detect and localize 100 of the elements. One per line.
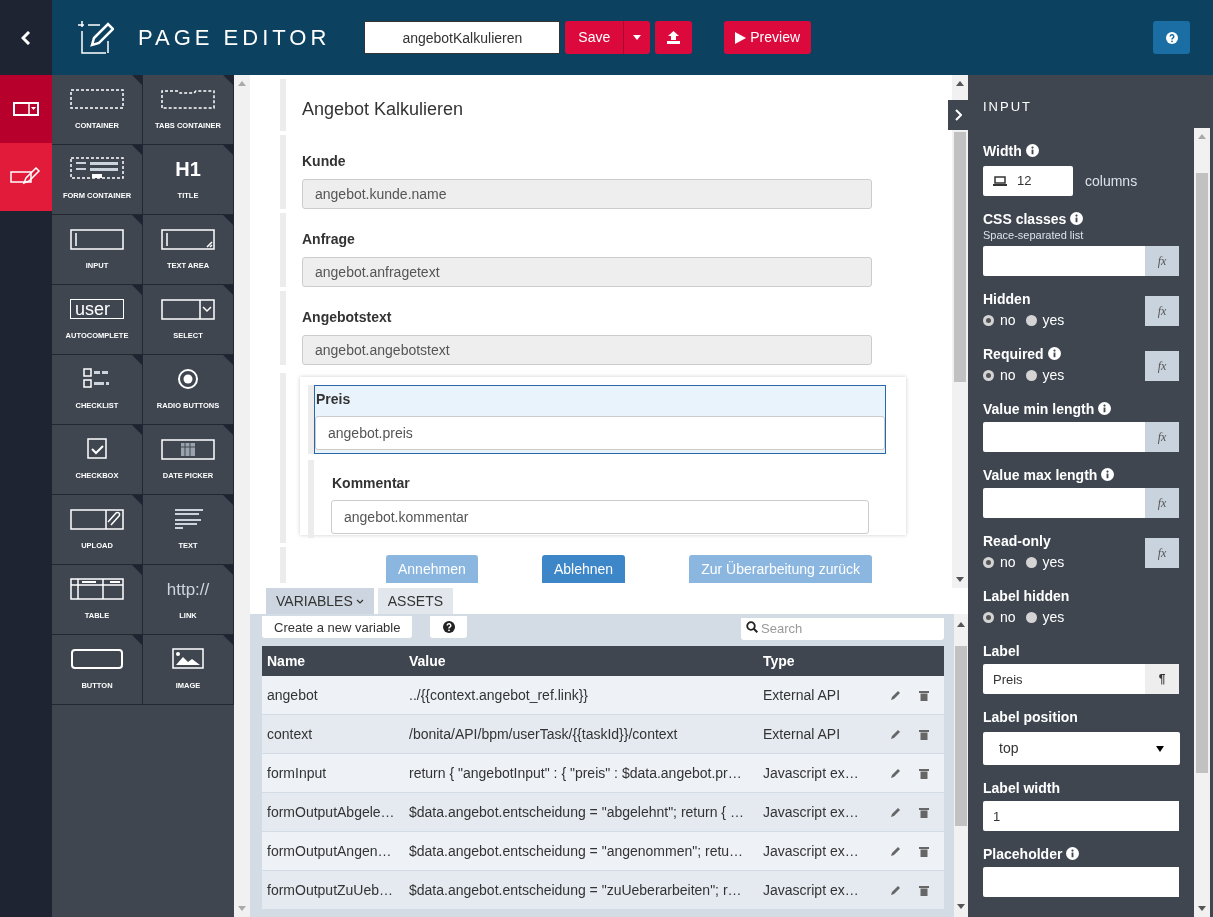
edit-form-icon: [10, 167, 42, 187]
expression-button[interactable]: fx: [1145, 538, 1179, 568]
dashed-tabs-icon: [161, 87, 215, 111]
table-cell-text: Javascript ex…: [762, 880, 860, 900]
panel-toggle-button[interactable]: [948, 100, 968, 130]
table-cell-text: $data.angebot.entscheidung = "zuUeberarbeiten"; r…: [408, 880, 743, 900]
export-button[interactable]: [655, 21, 693, 54]
expression-button[interactable]: fx: [1145, 296, 1179, 326]
rounded-button-icon: [70, 647, 124, 671]
play-icon: [735, 31, 747, 44]
scroll-down-icon: [238, 906, 246, 911]
panel-tab[interactable]: ASSETS: [377, 588, 454, 614]
scroll-down-icon: [957, 904, 965, 909]
form-field-row[interactable]: Preis angebot.preis: [314, 385, 886, 454]
form-button[interactable]: Ablehnen: [541, 555, 626, 583]
search-field[interactable]: Search: [741, 617, 944, 640]
property-label: Value max length: [983, 467, 1098, 483]
field-label: Preis: [315, 390, 352, 409]
table-cell-text: Javascript ex…: [762, 841, 860, 861]
table-cell-text: External API: [762, 685, 842, 705]
chevron-right-icon: [954, 109, 962, 121]
trash-icon: [919, 884, 929, 896]
table-cell-text: formOutputZuUeb…: [266, 880, 395, 900]
property-label: CSS classes: [983, 211, 1067, 227]
text-field[interactable]: angebot.preis: [315, 416, 885, 450]
save-button[interactable]: Save: [565, 21, 625, 54]
textarea-icon: [161, 227, 215, 251]
paperclip-field-icon: [70, 507, 124, 531]
help-button[interactable]: [430, 616, 468, 638]
column-header: Name: [266, 651, 307, 671]
property-label: Label: [983, 643, 1020, 659]
property-label: Label position: [983, 709, 1078, 725]
radio-option[interactable]: yes: [1025, 310, 1065, 331]
radio-option[interactable]: no: [983, 607, 1016, 628]
scroll-up-icon: [1198, 134, 1206, 139]
scrollbar-thumb[interactable]: [1196, 172, 1208, 773]
input-box-icon: [70, 227, 124, 251]
form-field-row[interactable]: Kommentar angebot.kommentar: [314, 460, 886, 538]
width-field[interactable]: 12: [983, 166, 1073, 196]
property-label: Required: [983, 346, 1044, 362]
column-header: Type: [762, 651, 795, 671]
expression-button[interactable]: fx: [1145, 422, 1179, 452]
property-label: Label hidden: [983, 588, 1070, 604]
property-input[interactable]: Preis: [983, 664, 1145, 694]
dashed-box-icon: [70, 87, 124, 111]
scroll-up-icon: [956, 81, 964, 86]
radio-option[interactable]: no: [983, 552, 1016, 573]
table-cell-text: context: [266, 724, 314, 744]
table-cell-text: Javascript ex…: [762, 763, 860, 783]
calendar-field-icon: [161, 437, 215, 461]
property-label: Read-only: [983, 533, 1051, 549]
radio-option[interactable]: yes: [1025, 552, 1065, 573]
expression-button[interactable]: fx: [1145, 246, 1179, 276]
create-variable-button[interactable]: Create a new variable: [262, 616, 413, 638]
widget-glyph: H1: [175, 159, 201, 179]
scrollbar-thumb[interactable]: [954, 131, 966, 382]
side-button[interactable]: ¶: [1145, 664, 1179, 694]
panel-title: INPUT: [983, 99, 1032, 114]
text-field[interactable]: angebot.kommentar: [331, 500, 869, 534]
radio-option[interactable]: yes: [1025, 365, 1065, 386]
form-title: Angebot Kalkulieren: [301, 98, 464, 121]
field-label: Angebotstext: [302, 308, 393, 327]
laptop-icon: [993, 176, 1007, 186]
property-select[interactable]: top: [983, 732, 1180, 765]
page-name-field[interactable]: angebotKalkulieren: [364, 21, 561, 54]
property-input[interactable]: [983, 246, 1145, 276]
pencil-icon: [889, 845, 901, 857]
table-cell-text: /bonita/API/bpm/userTask/{{taskId}}/context: [408, 724, 679, 744]
save-menu-button[interactable]: [624, 21, 651, 54]
scrollbar-thumb[interactable]: [955, 645, 967, 826]
property-input[interactable]: 1: [983, 801, 1179, 831]
property-input[interactable]: [983, 422, 1145, 452]
upload-icon: [667, 31, 681, 44]
property-input[interactable]: [983, 867, 1179, 897]
layout-icon: [13, 102, 39, 116]
radio-option[interactable]: no: [983, 310, 1016, 331]
text-field[interactable]: angebot.angebotstext: [302, 335, 872, 365]
widget-glyph: http://: [166, 580, 210, 598]
preview-button[interactable]: Preview: [724, 21, 812, 54]
property-input[interactable]: [983, 488, 1145, 518]
pencil-icon: [889, 728, 901, 740]
table-cell-text: $data.angebot.entscheidung = "abgelehnt"; return { …: [408, 802, 745, 822]
scroll-down-icon: [1198, 906, 1206, 911]
trash-icon: [919, 806, 929, 818]
unit-label: columns: [1085, 171, 1138, 191]
radio-option[interactable]: yes: [1025, 607, 1065, 628]
help-icon: [1165, 31, 1178, 44]
search-icon: [746, 621, 758, 633]
panel-tab[interactable]: VARIABLES: [266, 588, 374, 614]
table-icon: [70, 577, 124, 601]
expression-button[interactable]: fx: [1145, 351, 1179, 381]
table-cell-text: return { "angebotInput" : { "preis" : $data.angebot.pr…: [408, 763, 743, 783]
trash-icon: [919, 767, 929, 779]
caret-icon: [633, 35, 642, 40]
text-field[interactable]: angebot.anfragetext: [302, 257, 872, 287]
expression-button[interactable]: fx: [1145, 488, 1179, 518]
text-field[interactable]: angebot.kunde.name: [302, 179, 872, 209]
table-cell-text: angebot: [266, 685, 319, 705]
radio-option[interactable]: no: [983, 365, 1016, 386]
table-cell-text: External API: [762, 724, 842, 744]
